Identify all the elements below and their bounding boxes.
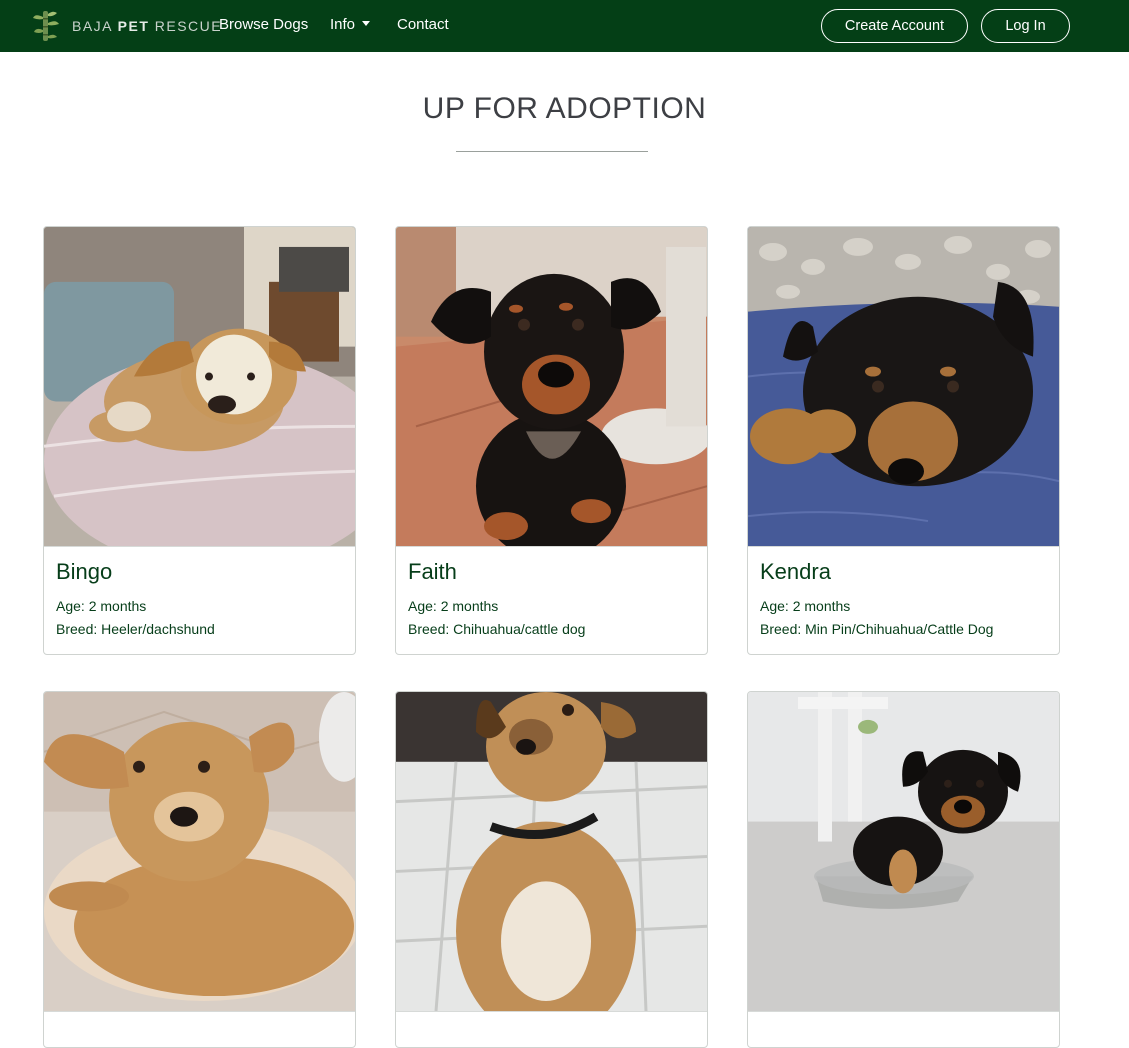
dog-name[interactable]: Faith: [408, 559, 695, 585]
dog-photo[interactable]: [396, 692, 707, 1012]
dog-photo[interactable]: [396, 227, 707, 547]
brand-part-pet: PET: [117, 17, 150, 34]
dog-card[interactable]: Bingo Age: 2 months Breed: Heeler/dachsh…: [43, 226, 356, 655]
dog-photo[interactable]: [44, 692, 355, 1012]
dog-card-body: Faith Age: 2 months Breed: Chihuahua/cat…: [396, 547, 707, 654]
nav-contact[interactable]: Contact: [397, 16, 449, 33]
dog-breed: Breed: Chihuahua/cattle dog: [408, 621, 586, 637]
dog-card-body: [44, 1012, 355, 1047]
dog-card[interactable]: Faith Age: 2 months Breed: Chihuahua/cat…: [395, 226, 708, 655]
dog-card-body: Kendra Age: 2 months Breed: Min Pin/Chih…: [748, 547, 1059, 654]
brand-link[interactable]: BAJA PET RESCUE: [32, 9, 222, 42]
page-title: UP FOR ADOPTION: [422, 92, 707, 125]
dog-age: Age: 2 months: [760, 598, 851, 614]
dog-breed: Breed: Heeler/dachshund: [56, 621, 215, 637]
dog-card[interactable]: [395, 691, 708, 1048]
dog-age: Age: 2 months: [56, 598, 147, 614]
create-account-button[interactable]: Create Account: [821, 9, 968, 43]
dog-breed: Breed: Min Pin/Chihuahua/Cattle Dog: [760, 621, 994, 637]
dog-card[interactable]: [43, 691, 356, 1048]
dog-photo[interactable]: [748, 692, 1059, 1012]
dog-card[interactable]: [747, 691, 1060, 1048]
caret-down-icon: [362, 20, 371, 26]
dog-card[interactable]: Kendra Age: 2 months Breed: Min Pin/Chih…: [747, 226, 1060, 655]
brand-part-baja: BAJA: [72, 17, 113, 34]
bamboo-logo-icon: [33, 11, 59, 41]
login-button[interactable]: Log In: [981, 9, 1070, 43]
dog-card-body: Bingo Age: 2 months Breed: Heeler/dachsh…: [44, 547, 355, 654]
dog-name[interactable]: Kendra: [760, 559, 1047, 585]
dog-name[interactable]: Bingo: [56, 559, 343, 585]
heading-divider: [456, 151, 648, 152]
dog-card-body: [396, 1012, 707, 1047]
dog-card-body: [748, 1012, 1059, 1047]
brand-wordmark: BAJA PET RESCUE: [72, 18, 222, 34]
dog-photo[interactable]: [44, 227, 355, 547]
navbar: BAJA PET RESCUE Browse Dogs Info Contact…: [0, 0, 1129, 52]
dog-photo[interactable]: [748, 227, 1059, 547]
brand-part-rescue: RESCUE: [154, 17, 223, 34]
nav-info-dropdown[interactable]: Info: [330, 16, 371, 33]
nav-browse-dogs[interactable]: Browse Dogs: [219, 16, 308, 33]
dog-age: Age: 2 months: [408, 598, 499, 614]
nav-info-label: Info: [330, 16, 356, 33]
